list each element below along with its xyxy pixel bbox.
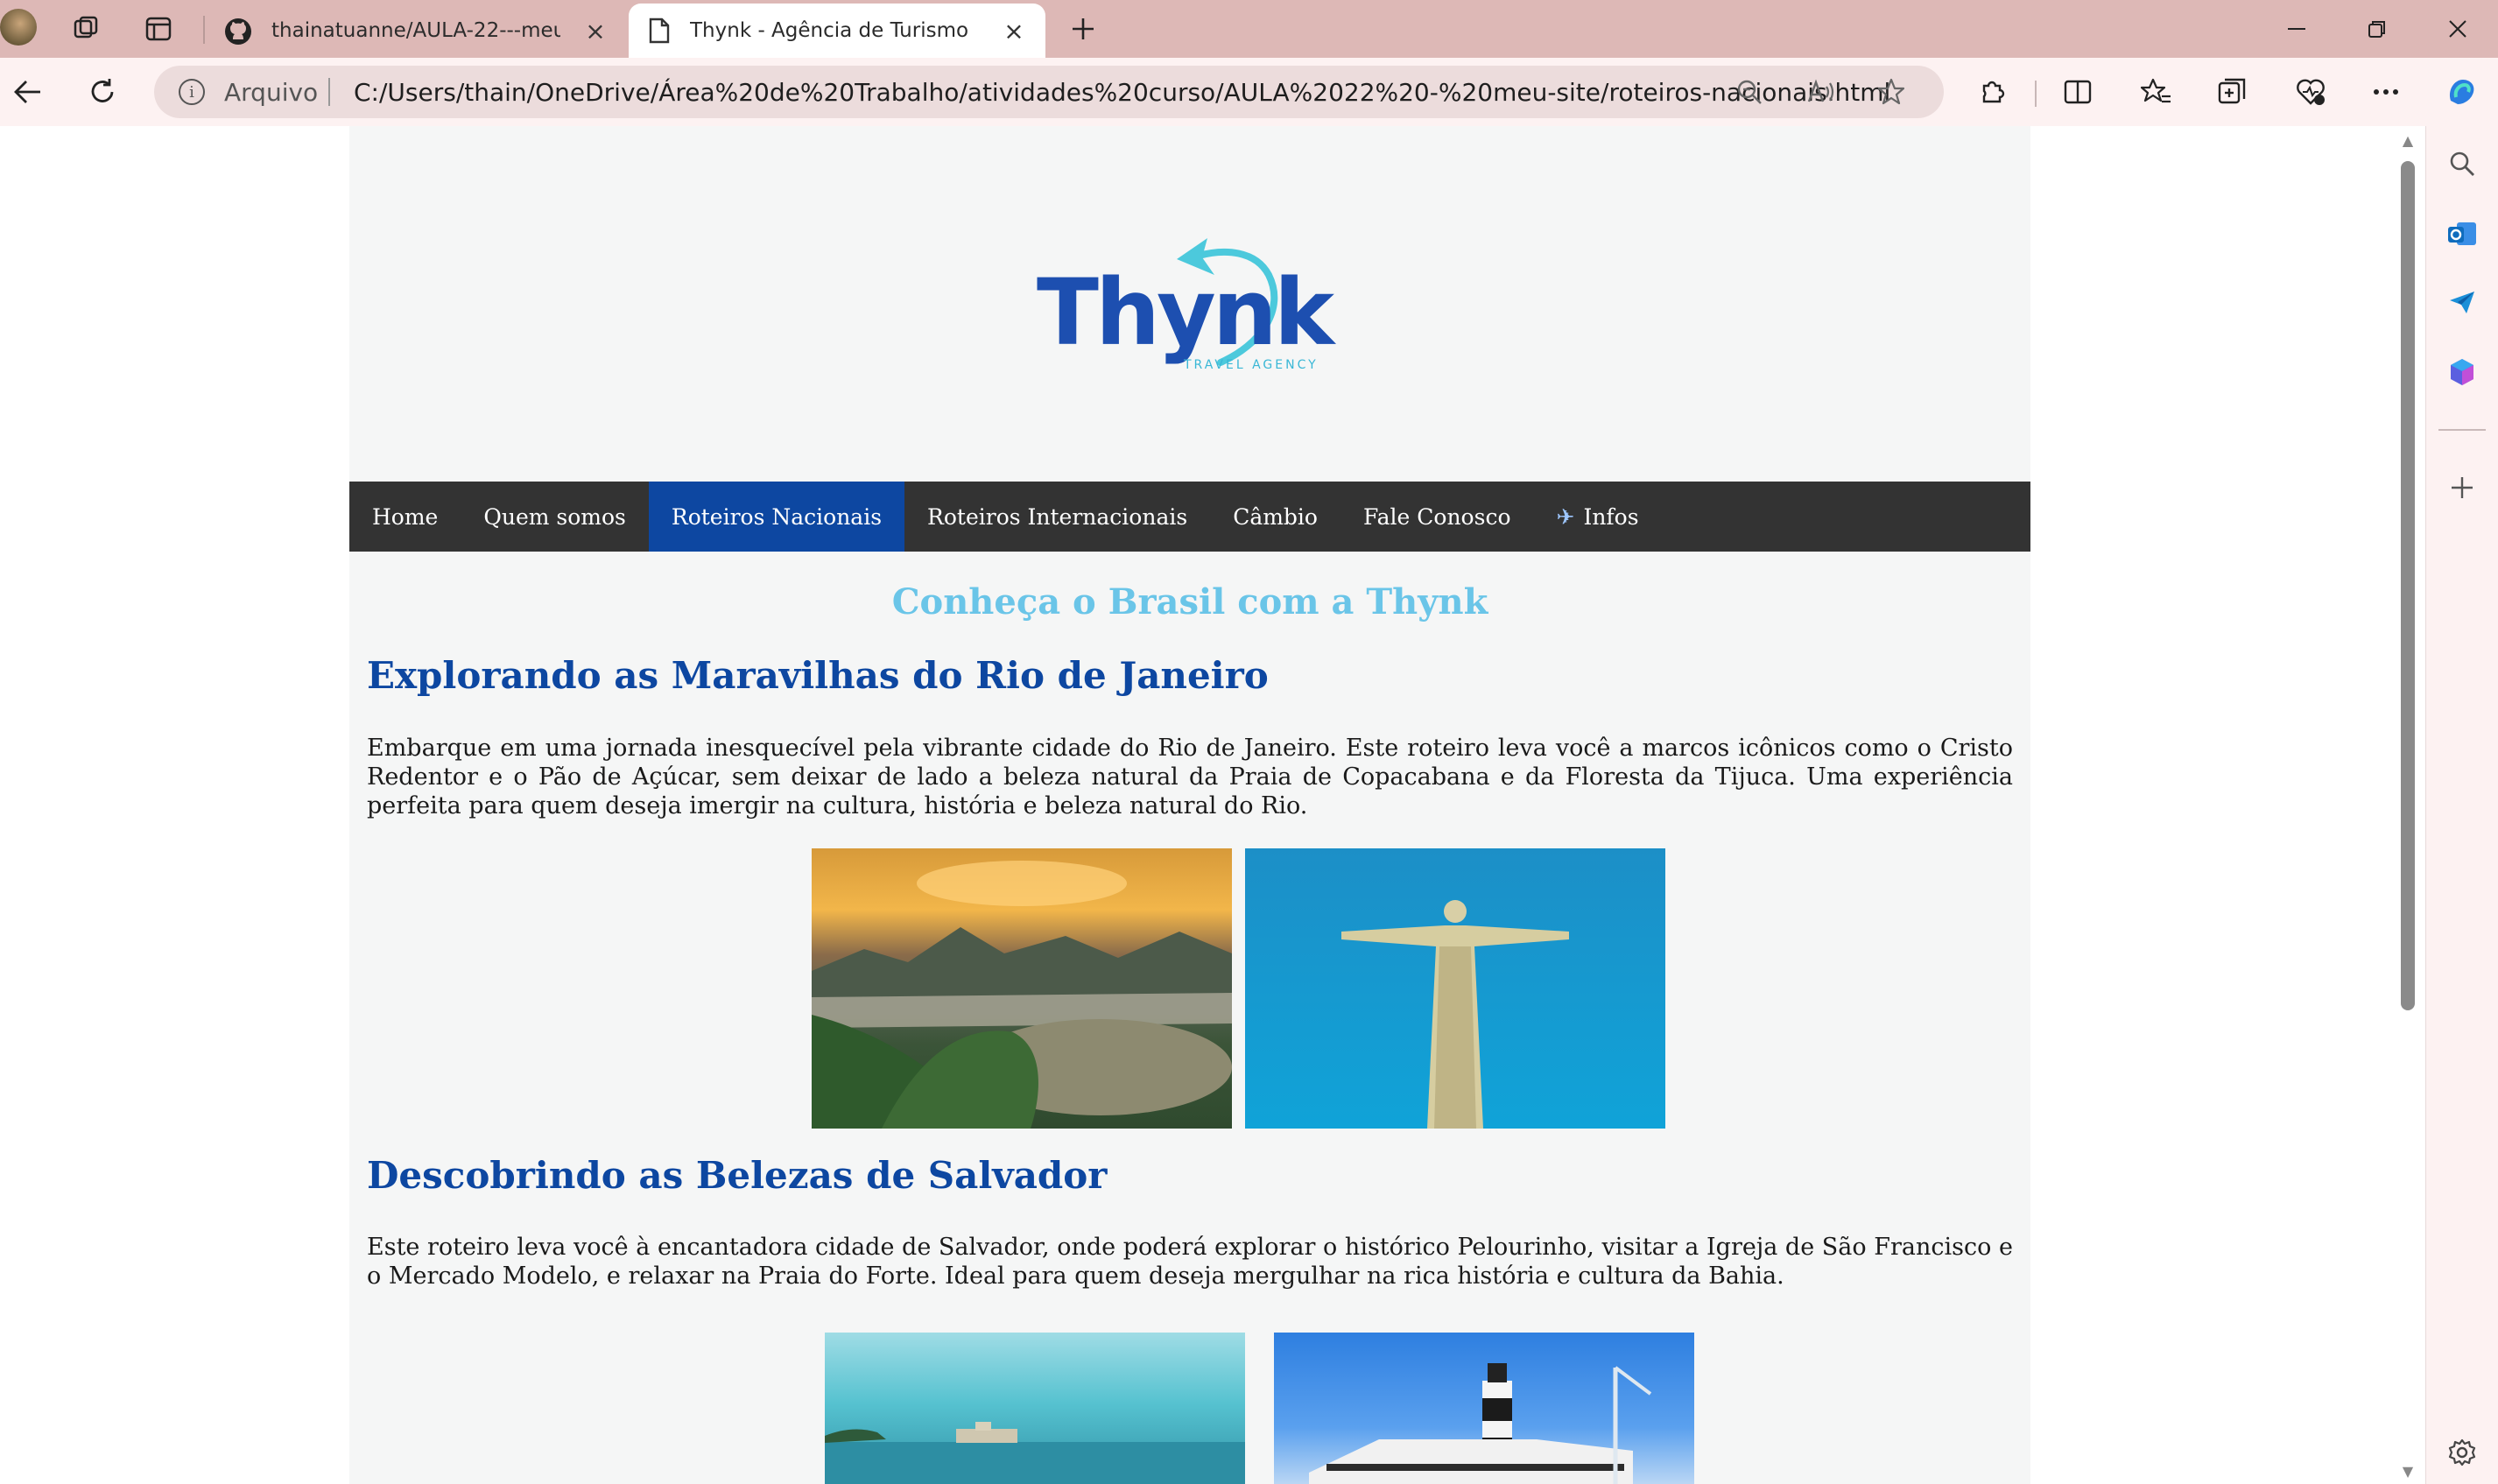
airplane-icon: ✈ — [1556, 503, 1575, 530]
menu-roteiros-nacionais[interactable]: Roteiros Nacionais — [648, 482, 905, 552]
back-arrow-icon[interactable] — [5, 70, 49, 114]
outlook-icon[interactable] — [2440, 212, 2484, 256]
vertical-tabs-icon[interactable] — [138, 9, 179, 49]
menu-roteiros-internacionais[interactable]: Roteiros Internacionais — [904, 482, 1210, 552]
farol-da-barra-image — [1274, 1333, 1694, 1484]
document-icon — [648, 18, 671, 49]
favorite-star-icon[interactable] — [1875, 76, 1907, 108]
scroll-up-icon[interactable]: ▲ — [2399, 131, 2417, 149]
logo-subtitle: TRAVEL AGENCY — [1184, 358, 1319, 372]
toolbar-divider — [2035, 81, 2037, 107]
menu-fale-conosco[interactable]: Fale Conosco — [1340, 482, 1534, 552]
read-aloud-icon[interactable] — [1805, 76, 1837, 108]
browser-essentials-icon[interactable] — [2289, 70, 2333, 114]
add-icon[interactable] — [2440, 466, 2484, 510]
close-tab-icon[interactable]: × — [1000, 17, 1028, 46]
extensions-icon[interactable] — [1970, 70, 2014, 114]
collections-icon[interactable] — [2210, 70, 2254, 114]
section-title-rio: Explorando as Maravilhas do Rio de Janei… — [367, 654, 1269, 697]
salvador-fort-image — [825, 1333, 1245, 1484]
url-text[interactable]: C:/Users/thain/OneDrive/Área%20de%20Trab… — [354, 78, 1890, 107]
tab-label: Thynk - Agência de Turismo — [690, 19, 969, 42]
tab-strip: thainatuanne/AULA-22---meu-si × Thynk - … — [0, 0, 2498, 58]
more-options-icon[interactable] — [2364, 70, 2408, 114]
minimize-icon[interactable] — [2266, 7, 2327, 51]
menu-infos[interactable]: ✈ Infos — [1534, 482, 1662, 552]
close-window-icon[interactable] — [2427, 7, 2488, 51]
tab-github[interactable]: thainatuanne/AULA-22---meu-si × — [210, 4, 622, 58]
menu-home[interactable]: Home — [349, 482, 461, 552]
browser-toolbar: i Arquivo C:/Users/thain/OneDrive/Área%2… — [0, 58, 2498, 126]
address-divider — [328, 78, 330, 106]
restore-icon[interactable] — [2347, 7, 2408, 51]
info-icon[interactable]: i — [179, 79, 205, 105]
sidebar-divider — [2438, 429, 2486, 431]
workspaces-icon[interactable] — [67, 9, 107, 49]
address-bar[interactable]: i Arquivo C:/Users/thain/OneDrive/Área%2… — [154, 66, 1944, 118]
scheme-label: Arquivo — [224, 78, 319, 107]
favorites-icon[interactable] — [2135, 70, 2178, 114]
page-headline: Conheça o Brasil com a Thynk — [891, 581, 1488, 622]
section-text-rio: Embarque em uma jornada inesquecível pel… — [367, 735, 2013, 819]
settings-gear-icon[interactable] — [2440, 1431, 2484, 1474]
github-icon — [223, 17, 253, 52]
cristo-redentor-image — [1245, 848, 1665, 1129]
main-menu: Home Quem somos Roteiros Nacionais Rotei… — [349, 482, 2030, 552]
search-icon[interactable] — [2440, 142, 2484, 186]
tab-thynk-active[interactable]: Thynk - Agência de Turismo × — [629, 4, 1045, 58]
thynk-logo[interactable]: Thynk TRAVEL AGENCY — [1032, 214, 1348, 389]
send-icon[interactable] — [2440, 280, 2484, 324]
copilot-icon[interactable] — [2439, 70, 2483, 114]
microsoft-365-icon[interactable] — [2440, 350, 2484, 394]
close-tab-icon[interactable]: × — [581, 17, 609, 46]
page-scrollbar[interactable]: ▲ ▼ — [2396, 126, 2425, 1484]
edge-sidebar — [2425, 126, 2498, 1484]
menu-infos-label: Infos — [1583, 503, 1639, 530]
new-tab-icon[interactable] — [1063, 9, 1103, 49]
profile-avatar[interactable] — [0, 9, 37, 46]
tab-divider — [203, 16, 205, 44]
scroll-thumb[interactable] — [2401, 161, 2415, 1010]
section-title-salvador: Descobrindo as Belezas de Salvador — [367, 1154, 1108, 1197]
refresh-icon[interactable] — [81, 70, 124, 114]
split-screen-icon[interactable] — [2056, 70, 2100, 114]
tab-label: thainatuanne/AULA-22---meu-si — [271, 19, 560, 42]
scroll-down-icon[interactable]: ▼ — [2399, 1462, 2417, 1480]
zoom-icon[interactable] — [1734, 76, 1765, 108]
menu-cambio[interactable]: Câmbio — [1210, 482, 1340, 552]
logo-wordmark: Thynk — [1037, 259, 1334, 366]
section-text-salvador: Este roteiro leva você à encantadora cid… — [367, 1234, 2013, 1290]
thynk-page: Thynk TRAVEL AGENCY Home Quem somos Rote… — [349, 126, 2030, 1484]
menu-quem-somos[interactable]: Quem somos — [461, 482, 649, 552]
rio-panorama-image — [812, 848, 1232, 1129]
page-viewport: Thynk TRAVEL AGENCY Home Quem somos Rote… — [0, 126, 2396, 1484]
